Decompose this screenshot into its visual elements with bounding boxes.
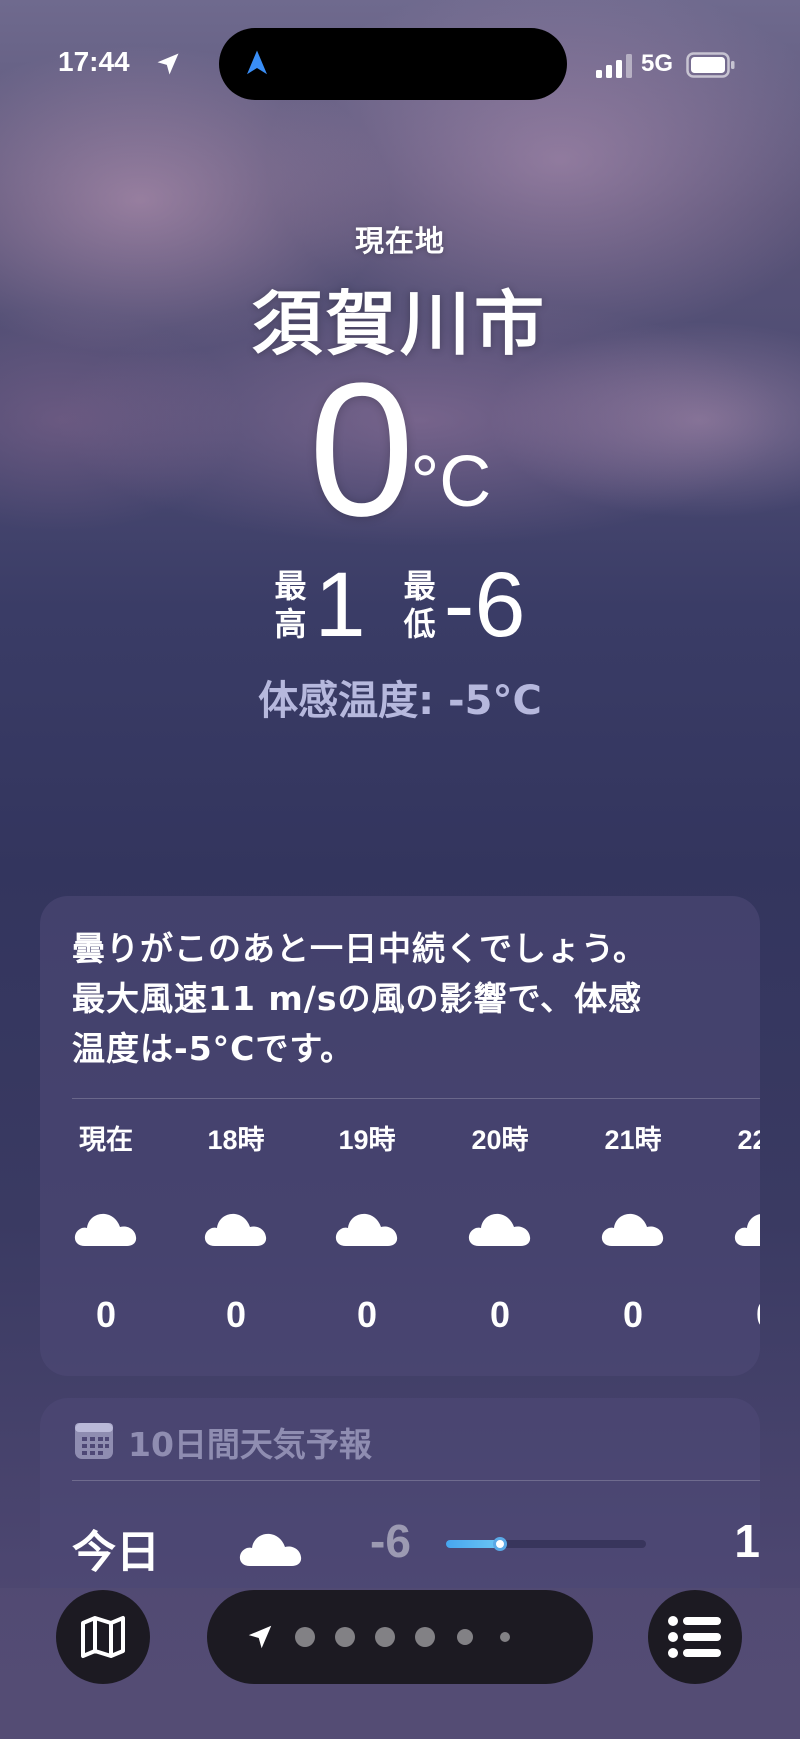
page-dot[interactable] bbox=[457, 1629, 473, 1645]
day-high: 1 bbox=[734, 1515, 760, 1567]
hourly-forecast-card[interactable]: 曇りがこのあと一日中続くでしょう。 最大風速11 m/sの風の影響で、体感 温度… bbox=[40, 896, 760, 1376]
cloud-icon bbox=[335, 1213, 398, 1246]
battery-icon bbox=[686, 52, 735, 78]
page-dot[interactable] bbox=[415, 1627, 435, 1647]
hour-time: 19時 bbox=[338, 1125, 396, 1155]
page-dot[interactable] bbox=[335, 1627, 355, 1647]
hourly-scroll[interactable]: 現在 0 18時 0 19時 0 20時 0 21時 0 22時 0 bbox=[58, 1120, 760, 1350]
summary-line: 最大風速11 m/sの風の影響で、体感 bbox=[72, 979, 643, 1018]
ten-day-forecast-card[interactable]: 10日間天気予報 今日 -6 1 bbox=[40, 1398, 760, 1588]
location-arrow-icon bbox=[248, 1625, 272, 1649]
high-value: 1 bbox=[314, 554, 366, 656]
list-button[interactable] bbox=[648, 1590, 742, 1684]
map-icon bbox=[81, 1616, 125, 1658]
hour-temperature: 0 bbox=[622, 1294, 644, 1335]
hour-time: 現在 bbox=[79, 1125, 133, 1155]
summary-line: 温度は-5°Cです。 bbox=[72, 1029, 355, 1068]
cloud-icon bbox=[239, 1533, 302, 1566]
hour-temperature: 0 bbox=[225, 1294, 247, 1335]
signal-bars-icon bbox=[596, 54, 632, 78]
low-label: 最 低 bbox=[404, 567, 436, 643]
cloud-icon bbox=[74, 1213, 137, 1246]
current-temperature-marker bbox=[493, 1537, 507, 1551]
hour-temperature: 0 bbox=[95, 1294, 117, 1335]
day-low: -6 bbox=[370, 1515, 411, 1567]
divider bbox=[72, 1098, 760, 1099]
hour-time: 21時 bbox=[604, 1125, 662, 1155]
hour-time: 20時 bbox=[471, 1125, 529, 1155]
calendar-icon bbox=[75, 1423, 113, 1459]
current-temperature: 0°C bbox=[0, 344, 800, 556]
network-type: 5G bbox=[641, 50, 674, 77]
summary-line: 曇りがこのあと一日中続くでしょう。 bbox=[72, 929, 648, 968]
temperature-unit: °C bbox=[410, 442, 492, 522]
temperature-value: 0 bbox=[308, 344, 415, 556]
location-label: 現在地 bbox=[354, 224, 445, 258]
cloud-icon bbox=[734, 1214, 760, 1246]
page-dot[interactable] bbox=[295, 1627, 315, 1647]
cloud-icon bbox=[601, 1213, 664, 1246]
low-value: -6 bbox=[443, 554, 526, 656]
hour-temperature: 0 bbox=[718, 1294, 760, 1336]
hour-column: 現在 0 bbox=[58, 1120, 154, 1350]
low-label-char-1: 最 bbox=[403, 567, 436, 605]
page-dot[interactable] bbox=[375, 1627, 395, 1647]
hour-time: 18時 bbox=[207, 1125, 265, 1155]
high-label-char-1: 最 bbox=[274, 567, 307, 605]
location-arrow-icon bbox=[157, 53, 179, 75]
high-label: 最 高 bbox=[274, 567, 306, 643]
feels-like: 体感温度: -5°C bbox=[258, 678, 542, 724]
high-low: 最 高 1 最 低 -6 bbox=[0, 554, 800, 656]
list-icon bbox=[668, 1616, 721, 1658]
cloud-icon bbox=[204, 1213, 267, 1246]
page-indicator[interactable] bbox=[207, 1590, 593, 1684]
hour-temperature: 0 bbox=[356, 1294, 378, 1335]
map-button[interactable] bbox=[56, 1590, 150, 1684]
ten-day-title: 10日間天気予報 bbox=[128, 1425, 372, 1464]
hour-column: 21時 0 bbox=[585, 1120, 681, 1350]
status-time: 17:44 bbox=[58, 46, 130, 77]
low-label-char-2: 低 bbox=[403, 605, 436, 643]
hour-time: 22時 bbox=[737, 1125, 760, 1155]
high-label-char-2: 高 bbox=[274, 605, 307, 643]
page-dot[interactable] bbox=[500, 1632, 510, 1642]
hour-column: 22時 0 bbox=[718, 1120, 760, 1350]
navigation-arrow-icon bbox=[247, 50, 267, 75]
divider bbox=[72, 1480, 760, 1481]
weather-summary: 曇りがこのあと一日中続くでしょう。 最大風速11 m/sの風の影響で、体感 温度… bbox=[72, 924, 760, 1074]
hour-temperature: 0 bbox=[489, 1294, 511, 1335]
hour-column: 18時 0 bbox=[188, 1120, 284, 1350]
hour-column: 19時 0 bbox=[319, 1120, 415, 1350]
cloud-icon bbox=[468, 1213, 531, 1246]
day-name: 今日 bbox=[72, 1527, 160, 1578]
hour-column: 20時 0 bbox=[452, 1120, 548, 1350]
